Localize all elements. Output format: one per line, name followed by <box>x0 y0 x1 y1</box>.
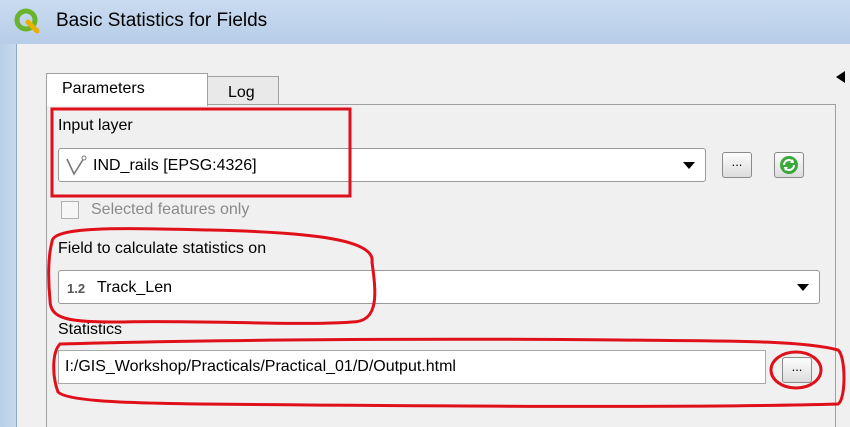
annotation-overlay <box>47 107 846 408</box>
tab-parameters[interactable]: Parameters <box>46 73 208 106</box>
browse-button-highlight <box>769 350 823 390</box>
tab-parameters-label: Parameters <box>62 80 145 97</box>
field-highlight <box>47 227 377 325</box>
input-layer-highlight <box>50 107 352 198</box>
statistics-highlight <box>52 337 846 408</box>
